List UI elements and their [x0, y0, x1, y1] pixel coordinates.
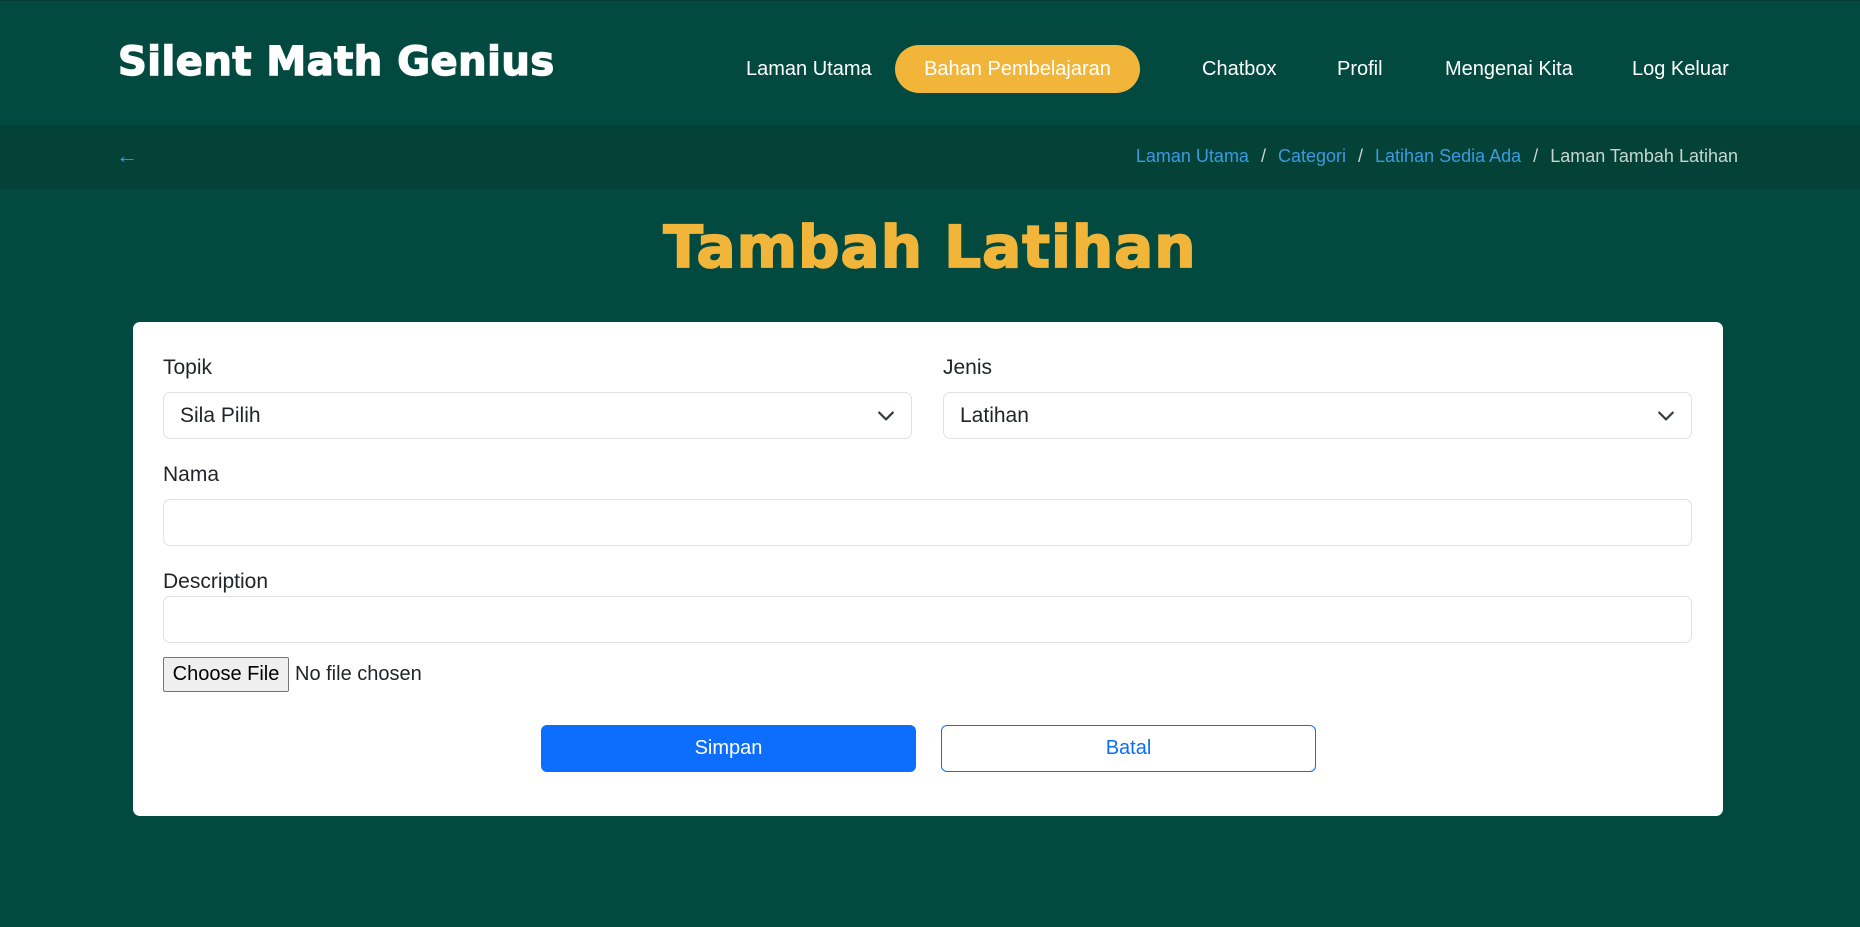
breadcrumb-current: Laman Tambah Latihan: [1550, 146, 1738, 166]
topik-label: Topik: [163, 356, 213, 379]
breadcrumb-link-latihan-sedia-ada[interactable]: Latihan Sedia Ada: [1375, 146, 1521, 166]
breadcrumb-separator: /: [1260, 146, 1266, 166]
breadcrumb-link-laman-utama[interactable]: Laman Utama: [1136, 146, 1249, 166]
jenis-select-value: Latihan: [960, 404, 1029, 427]
navbar: Silent Math Genius Laman Utama Bahan Pem…: [0, 0, 1860, 125]
page-title: Tambah Latihan: [662, 212, 1197, 282]
chevron-down-icon: [1658, 411, 1674, 421]
nav-item-bahan-pembelajaran[interactable]: Bahan Pembelajaran: [895, 45, 1140, 93]
breadcrumb-separator: /: [1358, 146, 1364, 166]
cancel-button[interactable]: Batal: [941, 725, 1316, 772]
back-arrow-icon[interactable]: ←: [116, 143, 138, 169]
form-card: Topik Sila Pilih Jenis Latihan Nama Desc…: [133, 322, 1723, 816]
save-button[interactable]: Simpan: [541, 725, 916, 772]
jenis-label: Jenis: [943, 356, 993, 379]
brand-logo[interactable]: Silent Math Genius: [117, 38, 555, 85]
nav-item-log-keluar[interactable]: Log Keluar: [1632, 45, 1729, 93]
description-input[interactable]: [163, 596, 1692, 643]
breadcrumb: Laman Utama / Categori / Latihan Sedia Ada / L…: [1136, 146, 1738, 167]
nav-item-laman-utama[interactable]: Laman Utama: [746, 45, 872, 93]
jenis-select[interactable]: Latihan: [943, 392, 1692, 439]
topik-select-value: Sila Pilih: [180, 404, 261, 427]
topik-select[interactable]: Sila Pilih: [163, 392, 912, 439]
description-label: Description: [163, 570, 269, 593]
file-status: No file chosen: [295, 663, 422, 685]
nav-item-chatbox[interactable]: Chatbox: [1202, 45, 1277, 93]
choose-file-button[interactable]: Choose File: [163, 657, 289, 692]
nama-input[interactable]: [163, 499, 1692, 546]
breadcrumb-link-categori[interactable]: Categori: [1278, 146, 1346, 166]
nav-item-profil[interactable]: Profil: [1337, 45, 1383, 93]
nav-item-mengenai-kita[interactable]: Mengenai Kita: [1445, 45, 1573, 93]
chevron-down-icon: [878, 411, 894, 421]
nama-label: Nama: [163, 463, 220, 486]
breadcrumb-bar: ← Laman Utama / Categori / Latihan Sedia Ada…: [0, 125, 1860, 189]
breadcrumb-separator: /: [1533, 146, 1539, 166]
